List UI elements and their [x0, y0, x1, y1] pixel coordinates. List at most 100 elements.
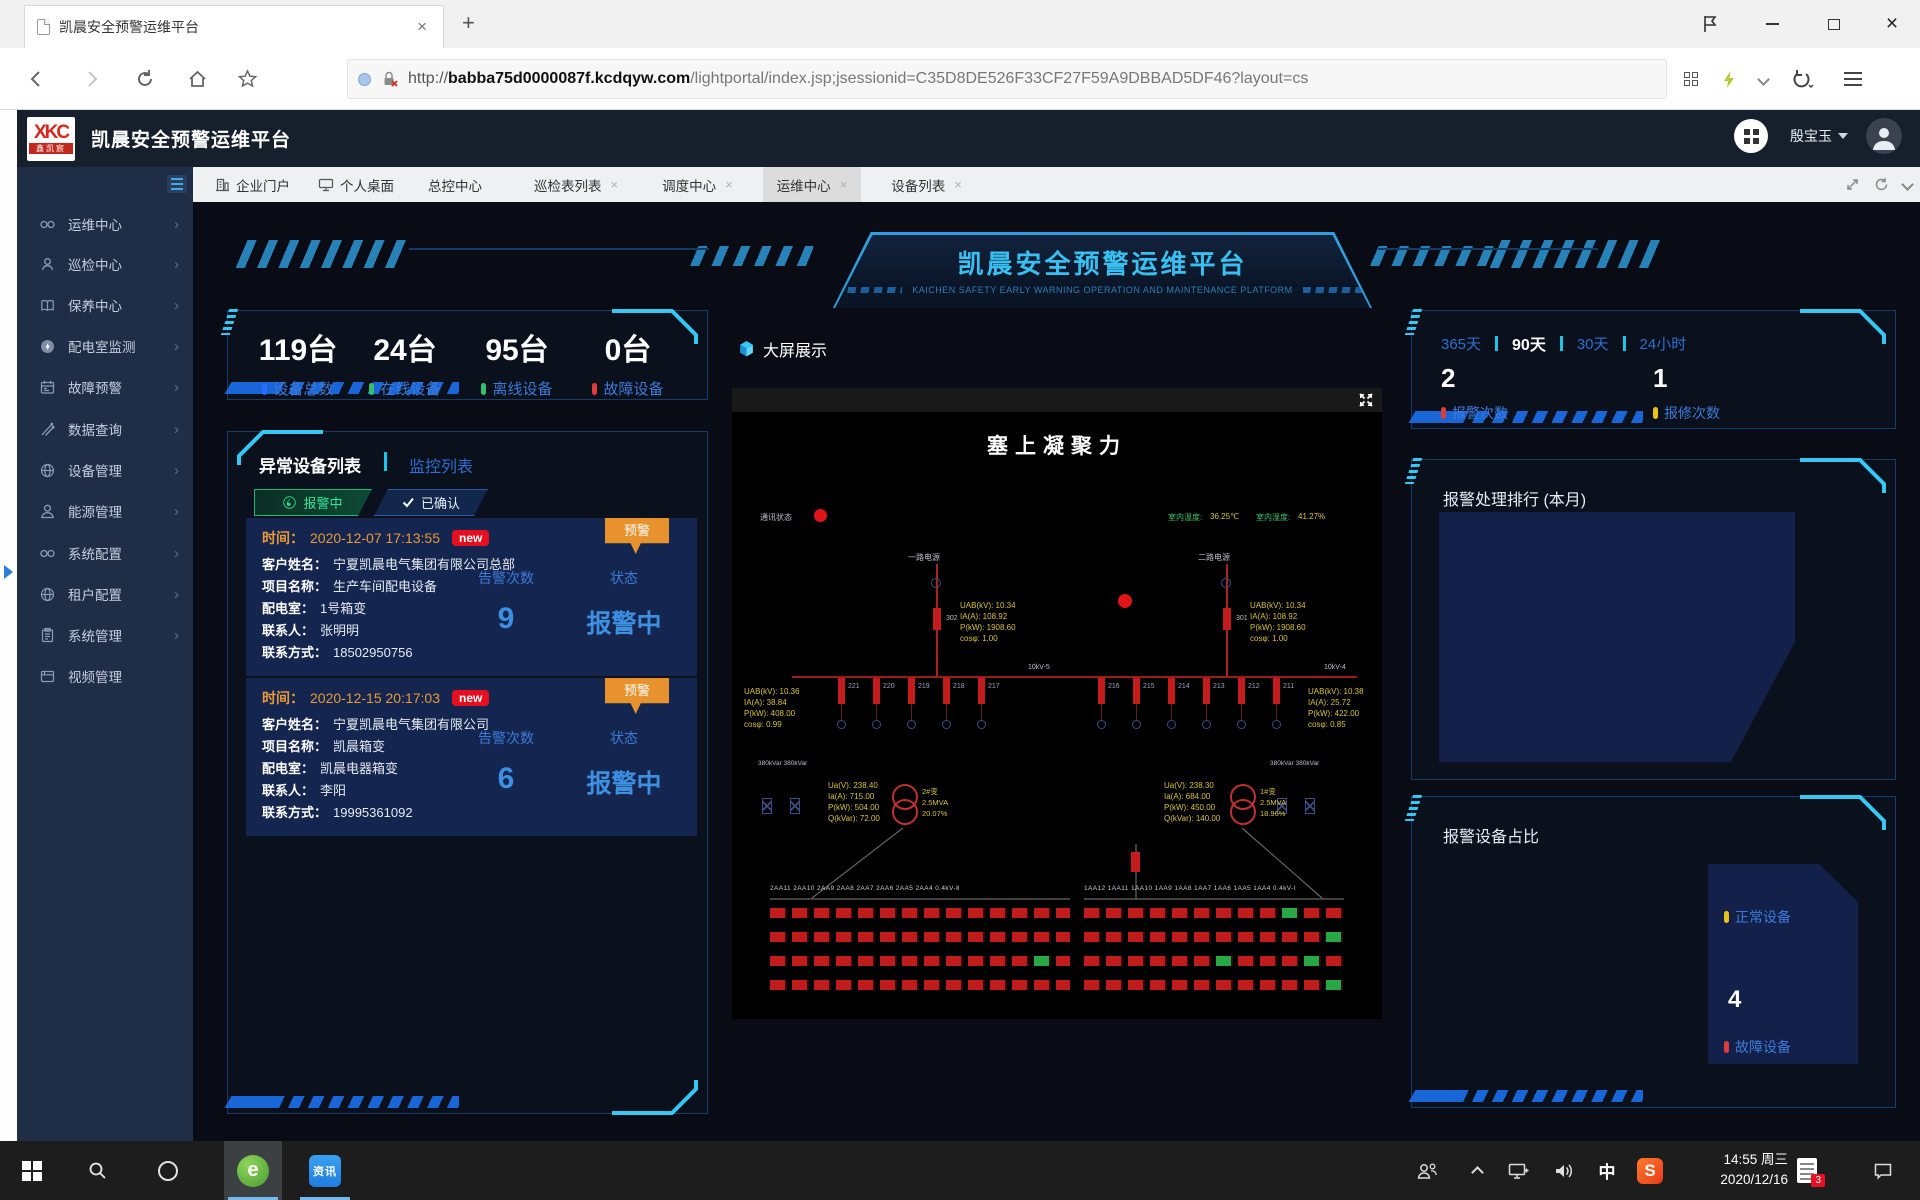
sidebar-item-power-room-monitor[interactable]: 配电室监测›: [17, 326, 193, 366]
tab-close-icon[interactable]: ×: [954, 177, 962, 192]
tab-close-icon[interactable]: ×: [840, 177, 848, 192]
tab-close-icon[interactable]: ×: [725, 177, 733, 192]
sidebar-item-label: 系统配置: [68, 543, 122, 563]
close-button[interactable]: ×: [1872, 0, 1912, 48]
red-dot-icon: [1441, 407, 1446, 419]
sidebar-item-fault-warning[interactable]: 故障预警›: [17, 367, 193, 407]
browser-tab[interactable]: 凯晨安全预警运维平台 ×: [24, 5, 444, 48]
document-notification-icon[interactable]: 3: [1790, 1141, 1824, 1200]
sidebar-item-data-query[interactable]: 数据查询›: [17, 409, 193, 449]
taskbar-clock[interactable]: 14:55 周三 2020/12/16: [1678, 1150, 1788, 1190]
field-label: 客户姓名：: [262, 717, 327, 732]
people-icon[interactable]: [1410, 1141, 1444, 1200]
user-name[interactable]: 殷宝玉: [1790, 126, 1832, 146]
menu-icon[interactable]: [1838, 64, 1868, 94]
back-icon[interactable]: [22, 64, 52, 94]
user-caret-icon[interactable]: [1838, 133, 1848, 139]
sidebar: 运维中心› 巡检中心› 保养中心› 配电室监测› 故障预警› 数据查询› 设备管…: [17, 202, 193, 1141]
tab-90-days[interactable]: 90天: [1512, 331, 1546, 355]
sidebar-item-system-config[interactable]: 系统配置›: [17, 533, 193, 573]
tab-dispatch-center[interactable]: 调度中心×: [648, 167, 747, 202]
tab-close-icon[interactable]: ×: [611, 177, 619, 192]
sogou-icon[interactable]: S: [1632, 1141, 1668, 1200]
sidebar-top-strip: [17, 167, 193, 202]
tab-inspection-list[interactable]: 巡检表列表×: [520, 167, 632, 202]
url-text[interactable]: http://babba75d0000087f.kcdqyw.com/light…: [408, 70, 1308, 88]
minimize-button[interactable]: [1752, 0, 1792, 48]
monitor-list-link[interactable]: 监控列表: [409, 453, 473, 477]
sidebar-item-device-management[interactable]: 设备管理›: [17, 450, 193, 490]
tab-device-list[interactable]: 设备列表×: [877, 167, 976, 202]
sidebar-item-ops-center[interactable]: 运维中心›: [17, 204, 193, 244]
repair-count-value: 1: [1653, 363, 1667, 394]
legend-normal: 正常设备: [1724, 907, 1791, 927]
insecure-lock-icon[interactable]: [380, 70, 398, 88]
sidebar-item-label: 系统管理: [68, 625, 122, 645]
period-stats-panel: 365天 90天 30天 24小时 2 报警次数 1 报修次数: [1411, 310, 1896, 429]
tab-master-control[interactable]: 总控中心: [414, 167, 496, 202]
alarm-card[interactable]: 预警 时间：2020-12-15 20:17:03new 客户姓名：宁夏凯晨电气…: [246, 678, 697, 836]
count-value: 6: [458, 762, 554, 796]
tab-ops-center[interactable]: 运维中心×: [763, 167, 862, 202]
news-app-icon[interactable]: 资讯: [296, 1141, 354, 1200]
workspace-tabstrip: 企业门户 个人桌面 总控中心 巡检表列表× 调度中心× 运维中心× 设备列表×: [193, 167, 1920, 202]
stat-label: 离线设备: [492, 378, 552, 399]
bookmark-star-icon[interactable]: [232, 64, 262, 94]
page-icon: [37, 19, 50, 35]
cortana-icon[interactable]: [150, 1141, 186, 1200]
new-tab-button[interactable]: +: [462, 10, 475, 36]
ime-indicator[interactable]: 中: [1592, 1141, 1622, 1200]
refresh-icon[interactable]: [130, 64, 160, 94]
chevron-down-icon[interactable]: [1748, 64, 1778, 94]
status-value: 报警中: [564, 764, 684, 800]
panel-expand-arrow[interactable]: [4, 565, 13, 579]
apps-grid-button[interactable]: [1734, 119, 1768, 153]
sidebar-item-label: 视频管理: [68, 666, 122, 686]
undo-icon[interactable]: [1788, 64, 1818, 94]
red-dot-icon: [1724, 1041, 1729, 1053]
sidebar-item-tenant-config[interactable]: 租户配置›: [17, 574, 193, 614]
avatar[interactable]: [1866, 118, 1902, 154]
search-icon[interactable]: [80, 1141, 116, 1200]
show-hidden-icons-chevron[interactable]: [1462, 1141, 1492, 1200]
volume-icon[interactable]: [1548, 1141, 1582, 1200]
reader-grid-icon[interactable]: [1676, 64, 1706, 94]
tab-enterprise-portal[interactable]: 企业门户: [201, 167, 304, 202]
tab-24-hours[interactable]: 24小时: [1640, 333, 1687, 354]
stat-total-devices: 119台 设备总数: [243, 325, 353, 399]
forward-icon[interactable]: [76, 64, 106, 94]
start-button[interactable]: [14, 1141, 50, 1200]
alarm-card[interactable]: 预警 时间：2020-12-07 17:13:55new 客户姓名：宁夏凯晨电气…: [246, 518, 697, 676]
refresh-icon[interactable]: [1874, 177, 1889, 192]
sidebar-item-system-management[interactable]: 系统管理›: [17, 615, 193, 655]
browser-flag-icon[interactable]: [1690, 0, 1730, 48]
sidebar-item-video-management[interactable]: 视频管理: [17, 656, 193, 696]
tab-close-icon[interactable]: ×: [413, 17, 431, 37]
network-icon[interactable]: [1502, 1141, 1536, 1200]
tab-alarming[interactable]: 报警中: [254, 489, 372, 516]
clipboard-icon: [39, 627, 56, 644]
infinity-icon: [39, 545, 56, 562]
chevron-down-icon[interactable]: [1901, 178, 1914, 191]
tab-365-days[interactable]: 365天: [1441, 333, 1481, 354]
url-field[interactable]: http://babba75d0000087f.kcdqyw.com/light…: [347, 59, 1667, 99]
browser-taskbar-icon[interactable]: e: [224, 1141, 282, 1200]
tab-30-days[interactable]: 30天: [1577, 333, 1609, 354]
tab-personal-desktop[interactable]: 个人桌面: [304, 167, 408, 202]
site-indicator-icon: [358, 73, 371, 86]
fullscreen-icon[interactable]: [1358, 392, 1374, 408]
sidebar-collapse-icon[interactable]: [167, 175, 187, 193]
panel-hatch-decoration: [234, 1096, 459, 1108]
maximize-button[interactable]: [1814, 0, 1854, 48]
expand-icon[interactable]: [1845, 177, 1860, 192]
sidebar-item-inspection-center[interactable]: 巡检中心›: [17, 244, 193, 284]
field-value: 李阳: [320, 783, 346, 798]
sidebar-item-maintenance-center[interactable]: 保养中心›: [17, 285, 193, 325]
lightning-icon[interactable]: [1714, 64, 1744, 94]
action-center-icon[interactable]: [1866, 1141, 1900, 1200]
tab-confirmed[interactable]: 已确认: [374, 489, 488, 516]
home-icon[interactable]: [182, 64, 212, 94]
person-icon: [39, 503, 56, 520]
sidebar-item-energy-management[interactable]: 能源管理›: [17, 491, 193, 531]
red-dot-icon: [592, 383, 597, 395]
